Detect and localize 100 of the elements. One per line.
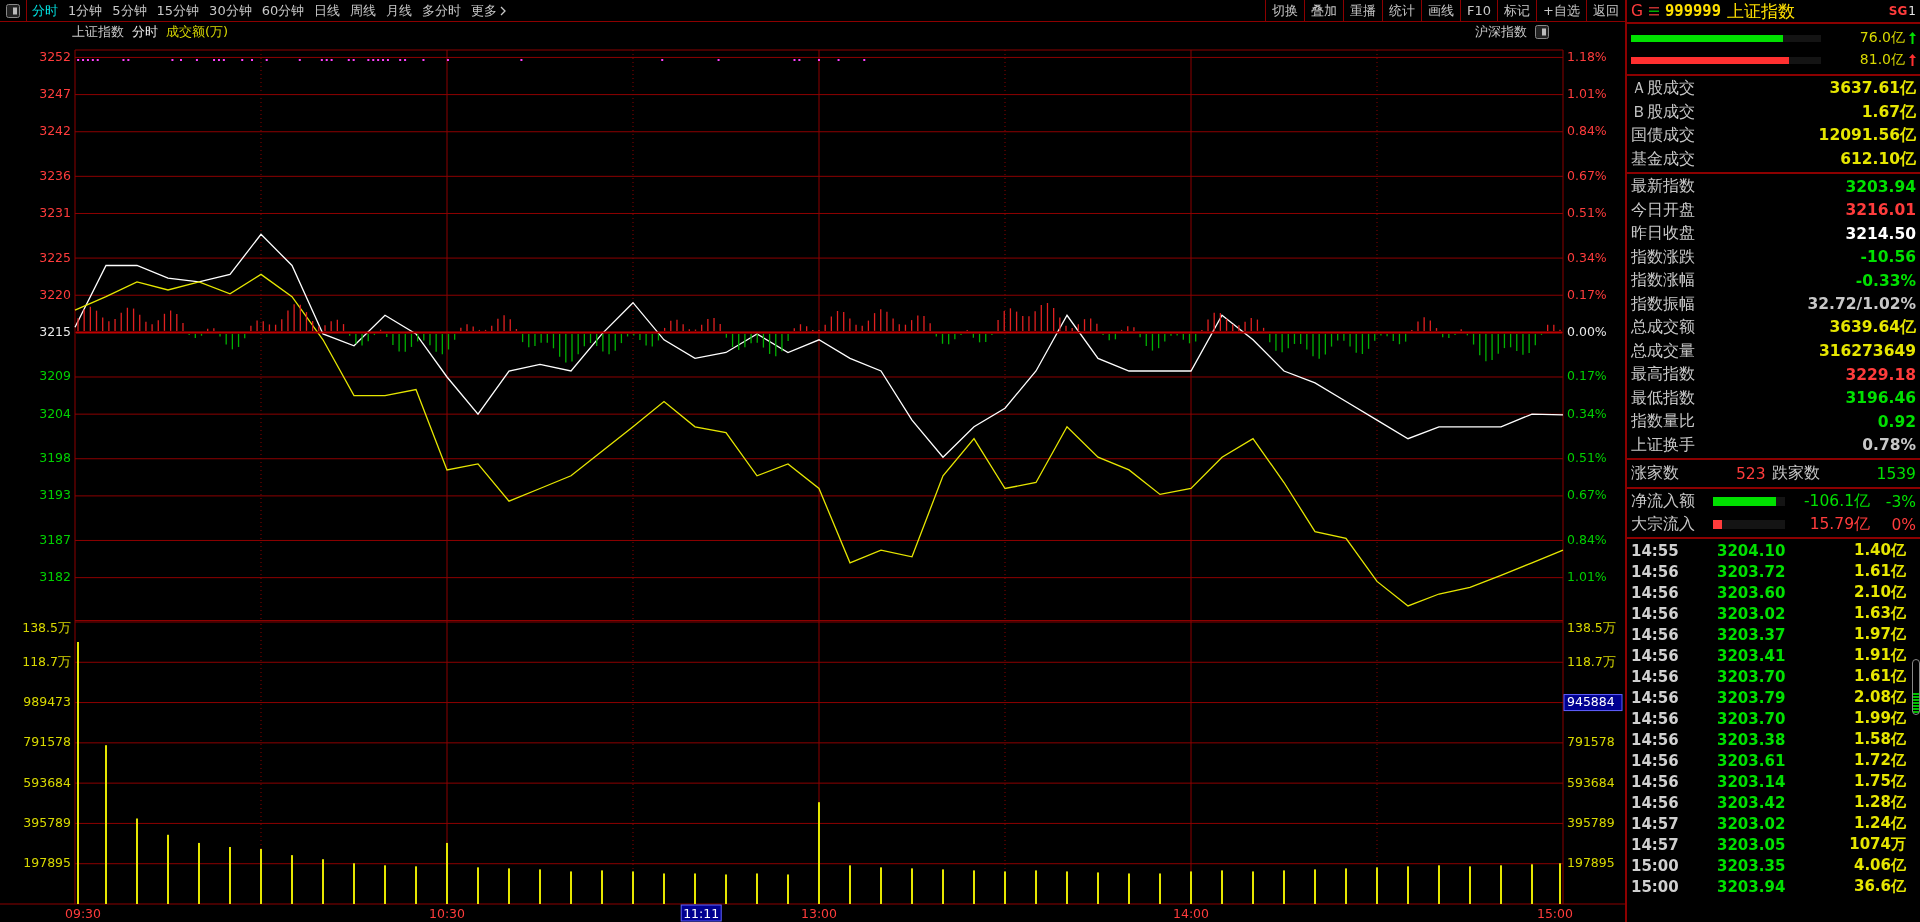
tick-price: 3203.35 — [1717, 856, 1787, 875]
tool-button[interactable]: 统计 — [1382, 0, 1422, 21]
percent-axis-label: 0.34% — [1567, 405, 1607, 421]
stat-value: 3216.01 — [1845, 201, 1916, 220]
price-axis-label: 3198 — [39, 450, 71, 466]
tick-price: 3203.05 — [1717, 835, 1787, 854]
stock-code: 999999 — [1665, 2, 1721, 20]
tick-time: 14:56 — [1631, 625, 1680, 644]
tick-amount: 1.24亿 — [1853, 814, 1906, 833]
tool-button[interactable]: 标记 — [1497, 0, 1537, 21]
stat-label: 最高指数 — [1631, 364, 1695, 386]
stat-label: 总成交额 — [1631, 317, 1695, 339]
tick-price: 3203.70 — [1717, 667, 1787, 686]
stat-value: 1.67亿 — [1861, 101, 1916, 123]
tool-button[interactable]: 切换 — [1265, 0, 1305, 21]
stat-value: 3637.61亿 — [1829, 78, 1916, 100]
stat-value: 0.92 — [1877, 412, 1916, 431]
flow-value: 76.0亿 — [1859, 29, 1905, 47]
period-tab[interactable]: 多分时 — [417, 0, 467, 21]
tick-price: 3203.37 — [1717, 625, 1787, 644]
tool-button[interactable]: 画线 — [1421, 0, 1461, 21]
flow-label: 大宗流入 — [1631, 514, 1696, 535]
tick-price: 3204.10 — [1717, 541, 1787, 560]
stat-value: 316273649 — [1818, 342, 1916, 361]
volume-axis-label: 989473 — [23, 694, 71, 710]
tool-button[interactable]: +自选 — [1536, 0, 1586, 21]
stat-value: 32.72/1.02% — [1807, 295, 1916, 314]
tick-amount: 1.63亿 — [1853, 604, 1906, 623]
menu-icon[interactable] — [1649, 6, 1659, 16]
tick-time: 14:56 — [1631, 562, 1680, 581]
stat-label: Ｂ股成交 — [1631, 101, 1695, 123]
period-tab[interactable]: 60分钟 — [256, 0, 310, 21]
price-axis-label: 3220 — [39, 286, 71, 302]
period-tab[interactable]: 1分钟 — [63, 0, 108, 21]
volume-axis-label: 197895 — [23, 855, 71, 871]
period-tab[interactable]: 5分钟 — [107, 0, 152, 21]
flow-amount: 15.79亿 — [1808, 514, 1870, 535]
stat-label: 总成交量 — [1631, 340, 1695, 362]
period-tab[interactable]: 30分钟 — [204, 0, 257, 21]
flow-label: 净流入额 — [1631, 491, 1696, 512]
tick-time: 14:56 — [1631, 793, 1680, 812]
period-tab[interactable]: 月线 — [381, 0, 418, 21]
tag-label: SG — [1888, 4, 1908, 18]
tick-price: 3203.60 — [1717, 583, 1787, 602]
tick-price: 3203.02 — [1717, 814, 1787, 833]
tick-price: 3203.41 — [1717, 646, 1787, 665]
tick-price: 3203.79 — [1717, 688, 1787, 707]
indicator-label: 成交额(万) — [166, 23, 229, 41]
tick-time: 14:55 — [1631, 541, 1680, 560]
percent-axis-label: 0.84% — [1567, 123, 1607, 139]
tick-time: 14:56 — [1631, 772, 1680, 791]
volume-axis-label: 593684 — [23, 774, 71, 790]
percent-axis-label: 1.01% — [1567, 86, 1607, 102]
tick-amount: 1.61亿 — [1853, 562, 1906, 581]
scroll-bar[interactable] — [1912, 659, 1920, 715]
stat-value: 12091.56亿 — [1818, 125, 1916, 147]
tick-amount: 1.61亿 — [1853, 667, 1906, 686]
tool-button[interactable]: 返回 — [1586, 0, 1625, 21]
period-tab[interactable]: 15分钟 — [151, 0, 205, 21]
price-axis-label: 3247 — [39, 86, 71, 102]
tool-button[interactable]: 重播 — [1343, 0, 1383, 21]
tick-amount: 2.10亿 — [1853, 583, 1906, 602]
stat-label: 最低指数 — [1631, 387, 1695, 409]
tick-amount: 1.75亿 — [1853, 772, 1906, 791]
flow-percent: -3% — [1884, 492, 1916, 511]
stat-value: 3214.50 — [1845, 224, 1916, 243]
tick-amount: 36.6亿 — [1853, 877, 1906, 896]
tick-time: 14:56 — [1631, 730, 1680, 749]
stat-value: -10.56 — [1860, 248, 1916, 267]
stat-label: 最新指数 — [1631, 176, 1695, 198]
more-button[interactable]: 更多 — [466, 0, 513, 21]
volume-axis-label: 791578 — [1567, 734, 1615, 750]
chart-title: 上证指数 — [72, 23, 124, 41]
index-switch-label[interactable]: 沪深指数 — [1475, 23, 1527, 41]
decliners-label: 跌家数 — [1771, 463, 1820, 484]
period-tab[interactable]: 周线 — [345, 0, 382, 21]
tick-time: 14:56 — [1631, 583, 1680, 602]
tool-button[interactable]: F10 — [1460, 0, 1498, 21]
tick-price: 3203.61 — [1717, 751, 1787, 770]
price-axis-label: 3187 — [39, 532, 71, 547]
volume-axis-label: 118.7万 — [22, 653, 71, 669]
percent-axis-label: 0.67% — [1567, 487, 1607, 503]
stat-label: 上证换手 — [1631, 434, 1695, 456]
time-axis-label: 13:00 — [801, 905, 837, 921]
percent-axis-label: 0.34% — [1567, 249, 1607, 265]
tick-time: 14:57 — [1631, 835, 1680, 854]
period-tab[interactable]: 日线 — [309, 0, 346, 21]
period-tab[interactable]: 分时 — [27, 0, 63, 21]
tool-button[interactable]: 叠加 — [1304, 0, 1344, 21]
stat-value: 3203.94 — [1845, 177, 1916, 196]
price-axis-label: 3231 — [39, 205, 71, 220]
tick-price: 3203.94 — [1717, 877, 1787, 896]
chevron-icon — [499, 5, 508, 16]
stat-value: 3229.18 — [1845, 365, 1916, 384]
panel-toggle-icon[interactable] — [1535, 25, 1549, 39]
price-axis-label: 3182 — [39, 569, 71, 585]
price-axis-label: 3225 — [39, 249, 71, 265]
panel-toggle-icon[interactable] — [6, 3, 20, 18]
time-axis-label: 09:30 — [65, 905, 102, 921]
up-arrow-icon — [1909, 32, 1916, 44]
